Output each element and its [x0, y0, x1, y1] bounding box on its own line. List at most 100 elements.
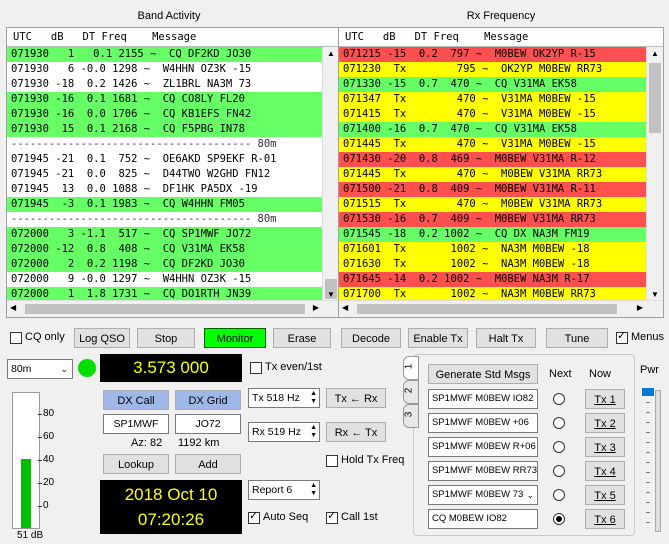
lookup-button[interactable]: Lookup [103, 454, 169, 474]
list-item[interactable]: 071930 -18 0.2 1426 ~ ZL1BRL NA3M 73 [7, 77, 339, 92]
generate-std-msgs-button[interactable]: Generate Std Msgs [428, 364, 538, 384]
list-item[interactable]: 072000 -15 0.0 1705 ~ CQ KB1EFS FN42 [7, 317, 339, 318]
list-item[interactable]: 071445 Tx 470 ~ M0BEW V31MA RR73 [339, 167, 663, 182]
tune-button[interactable]: Tune [546, 328, 608, 348]
tx-3-button[interactable]: Tx 3 [585, 437, 625, 457]
list-item[interactable]: 071215 -15 0.2 797 ~ M0BEW OK2YP R-15 [339, 47, 663, 62]
cq-only-checkbox[interactable] [10, 332, 22, 344]
erase-button[interactable]: Erase [273, 328, 331, 348]
list-item[interactable]: 071930 1 0.1 2155 ~ CQ DF2KD JO30 [7, 47, 339, 62]
message-field-2[interactable]: SP1MWF M0BEW +06 [428, 413, 538, 433]
enable-tx-button[interactable]: Enable Tx [408, 328, 468, 348]
next-radio-2[interactable] [553, 417, 565, 429]
scroll-thumb-h[interactable] [357, 304, 617, 314]
list-item[interactable]: 071530 -16 0.7 409 ~ M0BEW V31MA RR73 [339, 212, 663, 227]
list-item[interactable]: 071445 Tx 470 ~ V31MA M0BEW -15 [339, 137, 663, 152]
stop-button[interactable]: Stop [137, 328, 195, 348]
message-field-3[interactable]: SP1MWF M0BEW R+06 [428, 437, 538, 457]
scroll-right-icon[interactable]: ▶ [637, 303, 643, 312]
rx-vertical-scrollbar[interactable]: ▲ ▼ [646, 47, 663, 301]
add-button[interactable]: Add [175, 454, 241, 474]
decode-button[interactable]: Decode [341, 328, 401, 348]
message-field-1[interactable]: SP1MWF M0BEW IO82 [428, 389, 538, 409]
dx-call-button[interactable]: DX Call [103, 390, 169, 410]
next-radio-4[interactable] [553, 465, 565, 477]
list-item[interactable]: 071601 Tx 1002 ~ NA3M M0BEW -18 [339, 242, 663, 257]
next-radio-5[interactable] [553, 489, 565, 501]
spin-arrows-icon[interactable]: ▲ ▼ [310, 390, 317, 406]
tx-2-button[interactable]: Tx 2 [585, 413, 625, 433]
tab-3[interactable]: 3 [403, 404, 419, 428]
spin-arrows-icon[interactable]: ▲ ▼ [310, 424, 317, 440]
scroll-down-icon[interactable]: ▼ [651, 290, 659, 299]
list-item[interactable]: -------------------------------------- 8… [7, 137, 339, 152]
list-item[interactable]: 071945 -3 0.1 1983 ~ CQ W4HHN FM05 [7, 197, 339, 212]
list-item[interactable]: 071630 Tx 1002 ~ NA3M M0BEW -18 [339, 257, 663, 272]
next-radio-3[interactable] [553, 441, 565, 453]
chevron-down-icon[interactable]: ⌄ [526, 486, 534, 504]
tx-freq-spinbox[interactable]: Tx 518 Hz ▲ ▼ [248, 388, 320, 408]
list-item[interactable]: -------------------------------------- 8… [7, 212, 339, 227]
rx-from-tx-button[interactable]: Rx ← Tx [326, 422, 386, 442]
band-horizontal-scrollbar[interactable]: ◀ ▶ [7, 300, 339, 317]
tx-6-button[interactable]: Tx 6 [585, 509, 625, 529]
tab-2[interactable]: 2 [403, 380, 419, 404]
next-radio-1[interactable] [553, 393, 565, 405]
list-item[interactable]: 071400 -16 0.7 470 ~ CQ V31MA EK58 [339, 122, 663, 137]
list-item[interactable]: 071545 -18 0.2 1002 ~ CQ DX NA3M FM19 [339, 227, 663, 242]
list-item[interactable]: 071945 13 0.0 1088 ~ DF1HK PA5DX -19 [7, 182, 339, 197]
power-slider-thumb[interactable] [642, 388, 654, 396]
tx-even-checkbox[interactable] [250, 362, 262, 374]
list-item[interactable]: 071347 Tx 470 ~ V31MA M0BEW -15 [339, 92, 663, 107]
log-qso-button[interactable]: Log QSO [74, 328, 130, 348]
halt-tx-button[interactable]: Halt Tx [476, 328, 536, 348]
scroll-right-icon[interactable]: ▶ [313, 303, 319, 312]
scroll-left-icon[interactable]: ◀ [10, 303, 16, 312]
message-field-5[interactable]: SP1MWF M0BEW 73 ⌄ [428, 485, 538, 505]
list-item[interactable]: 071930 6 -0.0 1298 ~ W4HHN OZ3K -15 [7, 62, 339, 77]
spin-arrows-icon[interactable]: ▲ ▼ [310, 482, 317, 498]
tx-5-button[interactable]: Tx 5 [585, 485, 625, 505]
list-item[interactable]: 071500 -21 0.8 409 ~ M0BEW V31MA R-11 [339, 182, 663, 197]
list-item[interactable]: 071730 Tx 1002 ~ NA3M M0BEW 73 [339, 317, 663, 318]
scroll-down-icon[interactable]: ▼ [327, 290, 335, 299]
next-radio-6[interactable] [553, 513, 565, 525]
list-item[interactable]: 071415 Tx 470 ~ V31MA M0BEW -15 [339, 107, 663, 122]
hold-tx-freq-checkbox[interactable] [326, 455, 338, 467]
rx-horizontal-scrollbar[interactable]: ◀ ▶ [339, 300, 663, 317]
band-vertical-scrollbar[interactable]: ▲ ▼ [322, 47, 339, 301]
dx-grid-field[interactable]: JO72 [175, 414, 241, 434]
rx-frequency-list[interactable]: UTC dB DT Freq Message 071215 -15 0.2 79… [338, 27, 664, 318]
list-item[interactable]: 072000 2 0.2 1198 ~ CQ DF2KD JO30 [7, 257, 339, 272]
scroll-thumb[interactable] [649, 63, 661, 133]
list-item[interactable]: 071430 -20 0.8 469 ~ M0BEW V31MA R-12 [339, 152, 663, 167]
scroll-thumb-h[interactable] [25, 304, 305, 314]
list-item[interactable]: 071930 15 0.1 2168 ~ CQ F5PBG IN78 [7, 122, 339, 137]
list-item[interactable]: 071645 -14 0.2 1002 ~ M0BEW NA3M R-17 [339, 272, 663, 287]
list-item[interactable]: 071930 -16 0.0 1706 ~ CQ KB1EFS FN42 [7, 107, 339, 122]
report-spinbox[interactable]: Report 6 ▲ ▼ [248, 480, 320, 500]
band-select[interactable]: 80m ⌄ [7, 359, 73, 379]
tx-from-rx-button[interactable]: Tx ← Rx [326, 388, 386, 408]
tx-4-button[interactable]: Tx 4 [585, 461, 625, 481]
list-item[interactable]: 071945 -21 0.1 752 ~ OE6AKD SP9EKF R-01 [7, 152, 339, 167]
list-item[interactable]: 072000 9 -0.0 1297 ~ W4HHN OZ3K -15 [7, 272, 339, 287]
power-slider[interactable] [655, 390, 661, 532]
list-item[interactable]: 071330 -15 0.7 470 ~ CQ V31MA EK58 [339, 77, 663, 92]
list-item[interactable]: 072000 -12 0.8 408 ~ CQ V31MA EK58 [7, 242, 339, 257]
scroll-up-icon[interactable]: ▲ [651, 49, 659, 58]
scroll-left-icon[interactable]: ◀ [342, 303, 348, 312]
rx-freq-spinbox[interactable]: Rx 519 Hz ▲ ▼ [248, 422, 320, 442]
scroll-up-icon[interactable]: ▲ [327, 49, 335, 58]
list-item[interactable]: 072000 3 -1.1 517 ~ CQ SP1MWF JO72 [7, 227, 339, 242]
list-item[interactable]: 071515 Tx 470 ~ M0BEW V31MA RR73 [339, 197, 663, 212]
monitor-button[interactable]: Monitor [204, 328, 266, 348]
dx-call-field[interactable]: SP1MWF [103, 414, 169, 434]
list-item[interactable]: 071230 Tx 795 ~ OK2YP M0BEW RR73 [339, 62, 663, 77]
dx-grid-button[interactable]: DX Grid [175, 390, 241, 410]
list-item[interactable]: 071945 -21 0.0 825 ~ D44TWO W2GHD FN12 [7, 167, 339, 182]
tab-1[interactable]: 1 [403, 356, 419, 380]
band-activity-list[interactable]: UTC dB DT Freq Message 071930 1 0.1 2155… [6, 27, 340, 318]
message-field-6[interactable]: CQ M0BEW IO82 [428, 509, 538, 529]
message-field-4[interactable]: SP1MWF M0BEW RR73 [428, 461, 538, 481]
